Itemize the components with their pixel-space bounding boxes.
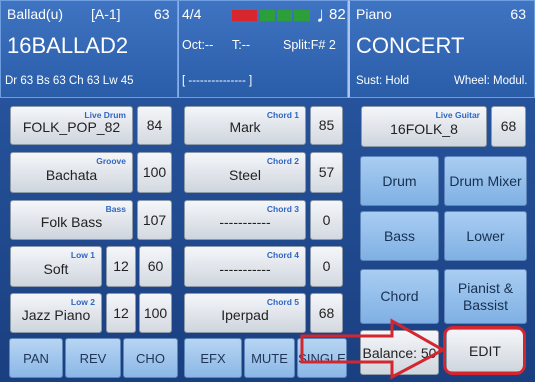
voice-number: 63 bbox=[510, 6, 526, 22]
chord4-slot[interactable]: Chord 4 ----------- bbox=[184, 246, 306, 287]
arranger-screen: Ballad(u) [A-1] 63 16BALLAD2 Dr 63 Bs 63… bbox=[0, 0, 535, 382]
slot-caption: Bass bbox=[105, 204, 126, 214]
slot-caption: Live Guitar bbox=[435, 110, 480, 120]
slot-label: FOLK_POP_82 bbox=[22, 119, 121, 135]
beat-segment-3 bbox=[277, 10, 292, 21]
channel-volumes: Dr 63 Bs 63 Ch 63 Lw 45 bbox=[5, 75, 134, 87]
chord1-volume[interactable]: 85 bbox=[310, 106, 343, 145]
efx-button[interactable]: EFX bbox=[184, 338, 242, 378]
time-signature: 4/4 bbox=[182, 6, 202, 22]
voice-info-panel[interactable]: Piano 63 CONCERT Sust: Hold Wheel: Modul… bbox=[348, 0, 535, 98]
low2-octave[interactable]: 12 bbox=[106, 293, 136, 333]
split-point: Split:F# 2 bbox=[283, 38, 336, 52]
pan-button[interactable]: PAN bbox=[9, 338, 63, 378]
groove-volume[interactable]: 100 bbox=[137, 152, 172, 193]
chord5-volume[interactable]: 68 bbox=[310, 293, 343, 333]
variation-indicator: [A-1] bbox=[91, 6, 121, 22]
style-tempo: 63 bbox=[154, 6, 170, 22]
bass-volume[interactable]: 107 bbox=[137, 200, 172, 240]
voice-section: Piano bbox=[356, 6, 392, 22]
chord2-volume[interactable]: 57 bbox=[310, 152, 343, 193]
slot-caption: Chord 2 bbox=[266, 156, 299, 166]
beat-segment-1 bbox=[232, 10, 257, 21]
live-guitar-slot[interactable]: Live Guitar 16FOLK_8 bbox=[361, 106, 487, 147]
style-name: Ballad(u) bbox=[7, 6, 64, 22]
chord-button[interactable]: Chord bbox=[360, 269, 439, 324]
chord3-volume[interactable]: 0 bbox=[310, 200, 343, 240]
transpose-value: T:-- bbox=[232, 38, 251, 52]
slot-label: ----------- bbox=[219, 214, 271, 230]
slot-label: Bachata bbox=[45, 167, 98, 183]
groove-slot[interactable]: Groove Bachata bbox=[10, 152, 133, 193]
slot-label: Jazz Piano bbox=[21, 307, 91, 323]
slot-label: Iperpad bbox=[221, 307, 269, 323]
slot-caption: Chord 3 bbox=[266, 204, 299, 214]
slot-label: Folk Bass bbox=[40, 214, 103, 230]
slot-label: Soft bbox=[43, 261, 69, 277]
beat-segment-2 bbox=[260, 10, 275, 21]
bpm-value: 82 bbox=[329, 6, 346, 23]
low1-octave[interactable]: 12 bbox=[106, 246, 136, 287]
slot-caption: Low 2 bbox=[70, 297, 95, 307]
lower-button[interactable]: Lower bbox=[444, 211, 527, 261]
chord5-slot[interactable]: Chord 5 Iperpad bbox=[184, 293, 306, 333]
low1-slot[interactable]: Low 1 Soft bbox=[10, 246, 102, 287]
pianist-bassist-button[interactable]: Pianist & Bassist bbox=[444, 269, 527, 324]
beat-indicator bbox=[232, 10, 310, 21]
low2-slot[interactable]: Low 2 Jazz Piano bbox=[10, 293, 102, 333]
slot-caption: Chord 5 bbox=[266, 297, 299, 307]
bass-slot[interactable]: Bass Folk Bass bbox=[10, 200, 133, 240]
chord2-slot[interactable]: Chord 2 Steel bbox=[184, 152, 306, 193]
chord4-volume[interactable]: 0 bbox=[310, 246, 343, 287]
style-info-panel[interactable]: Ballad(u) [A-1] 63 16BALLAD2 Dr 63 Bs 63… bbox=[0, 0, 178, 98]
drum-mixer-button[interactable]: Drum Mixer bbox=[444, 156, 527, 206]
slot-label: 16FOLK_8 bbox=[390, 121, 458, 137]
chord1-slot[interactable]: Chord 1 Mark bbox=[184, 106, 306, 145]
balance-button[interactable]: Balance: 50 bbox=[360, 330, 439, 375]
live-drum-volume[interactable]: 84 bbox=[137, 106, 172, 145]
edit-highlight-ring bbox=[443, 326, 526, 375]
low1-volume[interactable]: 60 bbox=[139, 246, 172, 287]
live-drum-slot[interactable]: Live Drum FOLK_POP_82 bbox=[10, 106, 133, 145]
octave-value: Oct:-- bbox=[182, 38, 214, 52]
slot-caption: Chord 4 bbox=[266, 250, 299, 260]
sustain-status: Sust: Hold bbox=[356, 75, 410, 87]
single-button[interactable]: SINGLE bbox=[297, 338, 347, 378]
bass-button[interactable]: Bass bbox=[360, 211, 439, 261]
style-title: 16BALLAD2 bbox=[7, 33, 129, 58]
slot-label: Steel bbox=[229, 167, 261, 183]
slot-label: Mark bbox=[229, 119, 261, 135]
beat-segment-4 bbox=[294, 10, 310, 21]
slot-caption: Groove bbox=[96, 156, 126, 166]
wheel-status: Wheel: Modul. bbox=[454, 75, 528, 87]
transport-info-panel: 4/4 ♩ 82 Oct:-- T:-- Split:F# 2 [ ------… bbox=[178, 0, 348, 98]
low2-volume[interactable]: 100 bbox=[139, 293, 172, 333]
live-guitar-volume[interactable]: 68 bbox=[491, 106, 526, 147]
chord3-slot[interactable]: Chord 3 ----------- bbox=[184, 200, 306, 240]
cho-button[interactable]: CHO bbox=[123, 338, 178, 378]
lyrics-bar: [ --------------- ] bbox=[182, 75, 253, 87]
slot-caption: Low 1 bbox=[70, 250, 95, 260]
slot-label: ----------- bbox=[219, 261, 271, 277]
mute-button[interactable]: MUTE bbox=[244, 338, 295, 378]
voice-name: CONCERT bbox=[356, 33, 465, 58]
drum-button[interactable]: Drum bbox=[360, 156, 439, 206]
rev-button[interactable]: REV bbox=[65, 338, 121, 378]
